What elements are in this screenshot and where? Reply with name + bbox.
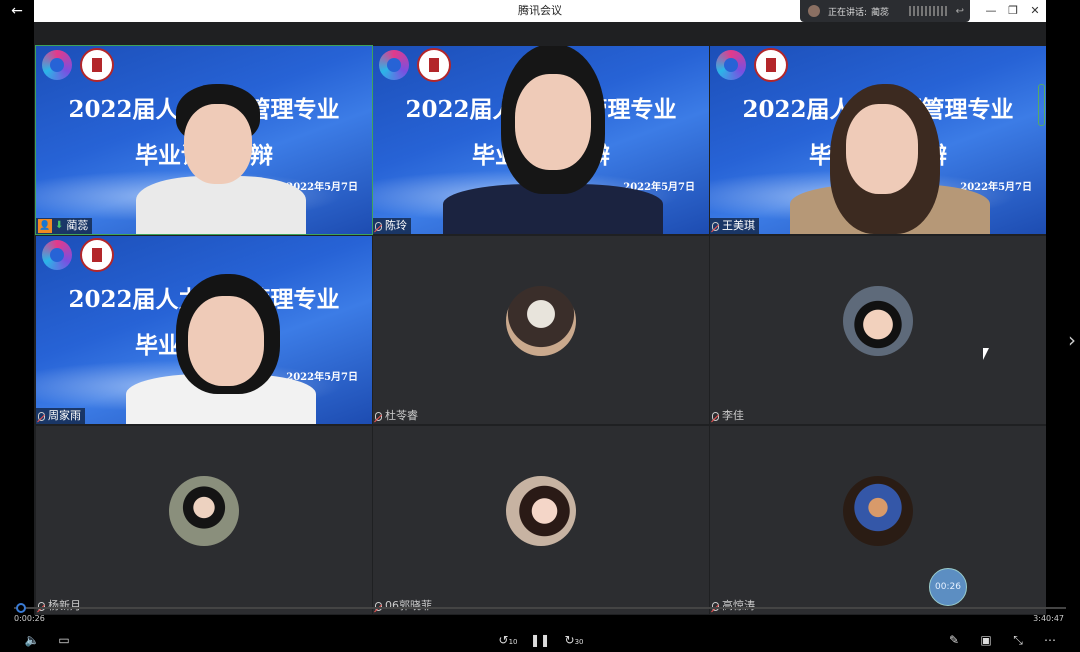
participant-tile[interactable]: 2022届人力资源管理专业 毕业论文答辩 2022年5月7日 👤 ⬇ 蔺蕊 xyxy=(35,45,373,235)
avatar xyxy=(843,286,913,356)
participant-tile[interactable]: 06郭晓菲 xyxy=(373,426,709,614)
participant-name: 蔺蕊 xyxy=(66,219,89,232)
mic-muted-icon xyxy=(38,411,45,421)
avatar xyxy=(506,476,576,546)
speaker-avatar xyxy=(808,5,820,17)
name-tag: 李佳 xyxy=(710,408,748,424)
avatar xyxy=(169,476,239,546)
participant-tile[interactable]: 杨新月 xyxy=(36,426,372,614)
player-controls: 🔈 ▭ ↺10 ❚❚ ↻30 ✎ ▣ ⤡ ⋯ xyxy=(0,630,1080,650)
rewind-icon[interactable]: ↺10 xyxy=(498,630,518,650)
mic-muted-icon xyxy=(712,411,719,421)
next-page-icon[interactable]: › xyxy=(1068,328,1076,352)
participant-name: 杜苓睿 xyxy=(385,409,418,422)
reply-icon[interactable]: ↩ xyxy=(956,6,964,17)
participant-tile[interactable]: 2022届人力资源管理专业 毕业论文答辩 2022年5月7日 周家雨 xyxy=(36,236,372,424)
audio-wave-icon xyxy=(909,6,950,16)
minimize-button[interactable]: — xyxy=(980,0,1002,22)
participant-name: 李佳 xyxy=(722,409,744,422)
logo-icon xyxy=(716,50,746,80)
speaking-indicator: 正在讲话: 蔺蕊 ↩ xyxy=(800,0,970,22)
mic-active-icon: ⬇ xyxy=(55,220,64,231)
mic-muted-icon xyxy=(712,221,719,231)
name-tag: 👤 ⬇ 蔺蕊 xyxy=(36,218,93,234)
host-icon: 👤 xyxy=(38,219,52,233)
participant-video xyxy=(136,84,306,234)
back-arrow-icon[interactable]: ← xyxy=(8,2,26,20)
participant-tile[interactable]: 2022届人力资源管理专业 毕业论文答辩 2022年5月7日 陈玲 xyxy=(373,46,709,234)
logo-icon xyxy=(379,50,409,80)
participant-name: 周家雨 xyxy=(48,409,81,422)
participant-video xyxy=(443,46,663,234)
restore-button[interactable]: ❐ xyxy=(1002,0,1024,22)
pip-icon[interactable]: ▣ xyxy=(976,630,996,650)
total-time: 3:40:47 xyxy=(1033,614,1064,623)
name-tag: 陈玲 xyxy=(373,218,411,234)
rewind-label: 10 xyxy=(508,638,518,646)
mic-muted-icon xyxy=(375,221,382,231)
elapsed-time: 0:00:26 xyxy=(14,614,45,623)
avatar xyxy=(843,476,913,546)
participant-name: 王美琪 xyxy=(722,219,755,232)
subtitle-icon[interactable]: ▭ xyxy=(54,630,74,650)
logo-icon xyxy=(42,240,72,270)
timer-bubble[interactable]: 00:26 xyxy=(929,568,967,606)
university-seal-icon xyxy=(80,48,114,82)
logo-icon xyxy=(42,50,72,80)
meeting-window: 腾讯会议 正在讲话: 蔺蕊 ↩ — ❐ ✕ 2022届人力资源管理专业 毕业论文… xyxy=(34,0,1046,615)
video-grid: 2022届人力资源管理专业 毕业论文答辩 2022年5月7日 👤 ⬇ 蔺蕊 20… xyxy=(34,45,1046,616)
participant-name: 陈玲 xyxy=(385,219,407,232)
shrink-icon[interactable]: ⤡ xyxy=(1008,630,1028,650)
more-icon[interactable]: ⋯ xyxy=(1040,630,1060,650)
speaking-prefix: 正在讲话: xyxy=(828,7,868,18)
name-tag: 王美琪 xyxy=(710,218,759,234)
participant-tile[interactable]: 李佳 xyxy=(710,236,1046,424)
mic-muted-icon xyxy=(375,411,382,421)
university-seal-icon xyxy=(754,48,788,82)
speaking-name: 蔺蕊 xyxy=(871,7,890,18)
close-button[interactable]: ✕ xyxy=(1024,0,1046,22)
pen-icon[interactable]: ✎ xyxy=(944,630,964,650)
mouse-cursor-icon xyxy=(983,348,989,360)
title-bar: 腾讯会议 正在讲话: 蔺蕊 ↩ — ❐ ✕ xyxy=(34,0,1046,22)
name-tag: 周家雨 xyxy=(36,408,85,424)
avatar xyxy=(506,286,576,356)
forward-icon[interactable]: ↻30 xyxy=(562,630,586,650)
pause-icon[interactable]: ❚❚ xyxy=(530,630,550,650)
participant-video xyxy=(126,274,316,424)
university-seal-icon xyxy=(80,238,114,272)
participant-tile[interactable]: 2022届人力资源管理专业 毕业论文答辩 2022年5月7日 王美琪 xyxy=(710,46,1046,234)
progress-knob[interactable] xyxy=(16,603,26,613)
participant-tile[interactable]: 高惊涛 xyxy=(710,426,1046,614)
playback-progress[interactable] xyxy=(0,603,1080,613)
forward-label: 30 xyxy=(574,638,584,646)
volume-icon[interactable]: 🔈 xyxy=(22,630,42,650)
participant-video xyxy=(790,84,990,234)
name-tag: 杜苓睿 xyxy=(373,408,422,424)
scrollbar[interactable] xyxy=(1038,84,1045,126)
progress-track[interactable] xyxy=(14,607,1066,609)
participant-tile[interactable]: 杜苓睿 xyxy=(373,236,709,424)
